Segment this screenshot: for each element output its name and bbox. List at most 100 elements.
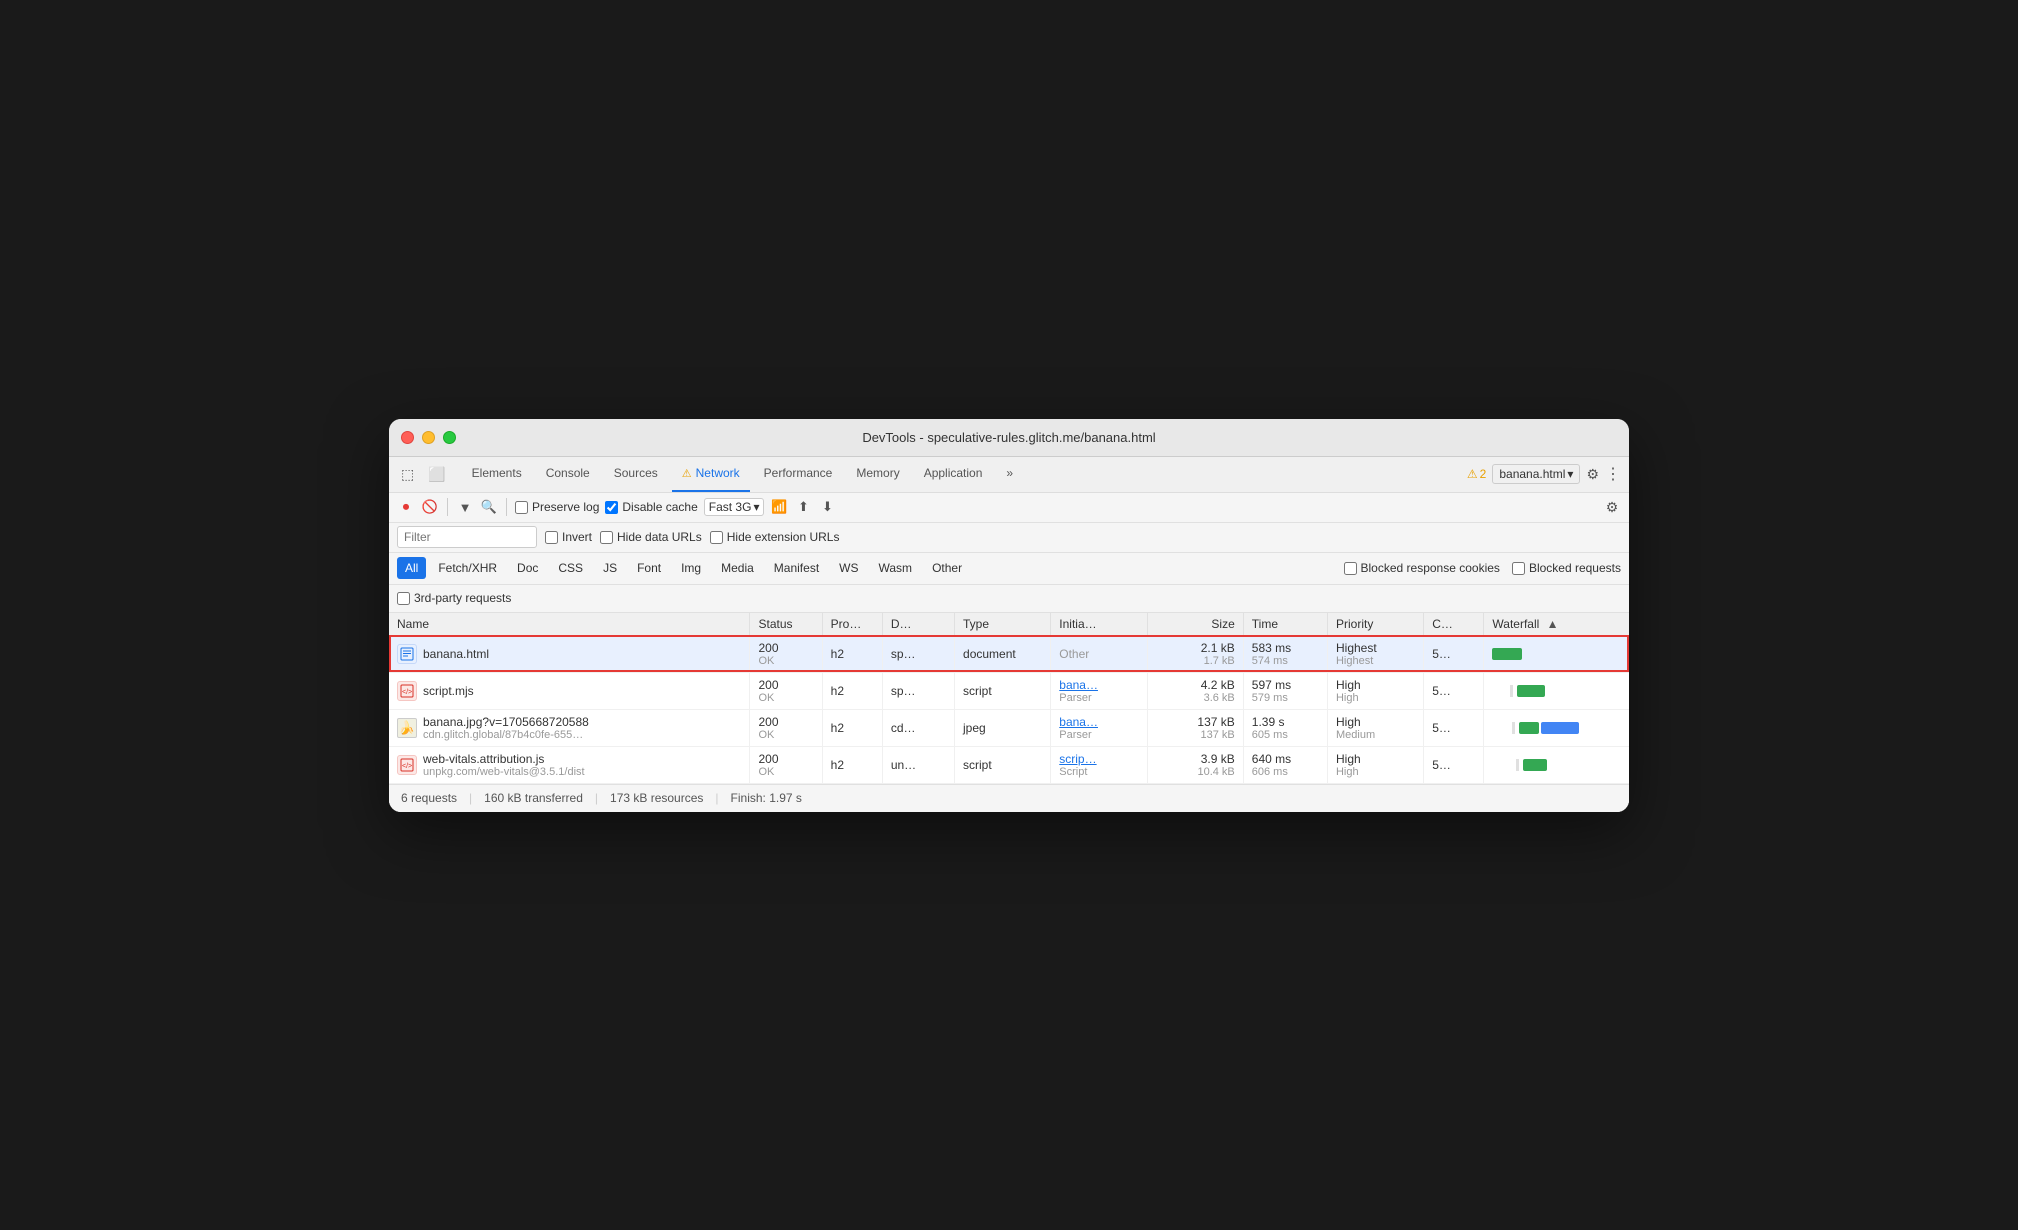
tab-more[interactable]: » (996, 456, 1023, 492)
type-filter-font[interactable]: Font (629, 557, 669, 579)
waterfall-green-bar (1492, 648, 1522, 660)
status-text: OK (758, 655, 813, 667)
col-header-connection[interactable]: C… (1424, 613, 1484, 636)
filter-button[interactable]: ▼ (456, 498, 474, 516)
thirdparty-checkbox[interactable] (397, 592, 410, 605)
device-toolbar-icon[interactable]: ⬜ (424, 464, 449, 485)
type-filter-doc[interactable]: Doc (509, 557, 546, 579)
minimize-button[interactable] (422, 431, 435, 444)
type-filter-manifest[interactable]: Manifest (766, 557, 827, 579)
invert-checkbox[interactable] (545, 531, 558, 544)
status-text: OK (758, 766, 813, 778)
table-row[interactable]: </> script.mjs 200 OK (389, 672, 1629, 709)
type-filter-js[interactable]: JS (595, 557, 625, 579)
warning-icon: ⚠ (1467, 467, 1478, 481)
row-size-cell: 2.1 kB 1.7 kB (1147, 635, 1243, 672)
tab-application[interactable]: Application (914, 456, 993, 492)
hide-extension-urls-checkbox[interactable] (710, 531, 723, 544)
traffic-lights (401, 431, 456, 444)
download-icon[interactable]: ⬇ (818, 498, 836, 516)
row-domain-cell: cd… (882, 709, 954, 746)
size-container: 137 kB 137 kB (1156, 715, 1235, 741)
network-settings-icon[interactable]: ⚙ (1603, 498, 1621, 516)
row-time-cell: 583 ms 574 ms (1243, 635, 1327, 672)
initiator-link[interactable]: bana… (1059, 678, 1138, 692)
col-header-time[interactable]: Time (1243, 613, 1327, 636)
col-header-domain[interactable]: D… (882, 613, 954, 636)
type-filter-ws[interactable]: WS (831, 557, 866, 579)
type-filter-img[interactable]: Img (673, 557, 709, 579)
tab-memory[interactable]: Memory (846, 456, 909, 492)
table-header-row: Name Status Pro… D… Type (389, 613, 1629, 636)
type-filter-css[interactable]: CSS (550, 557, 591, 579)
blocked-requests-label[interactable]: Blocked requests (1512, 561, 1621, 575)
initiator-link[interactable]: bana… (1059, 715, 1138, 729)
maximize-button[interactable] (443, 431, 456, 444)
thirdparty-label[interactable]: 3rd-party requests (397, 591, 511, 605)
filter-input[interactable] (397, 526, 537, 548)
inspect-element-icon[interactable]: ⬚ (397, 464, 418, 485)
record-button[interactable]: ⏺ (397, 498, 415, 516)
warning-badge[interactable]: ⚠ 2 (1467, 467, 1486, 481)
time-container: 597 ms 579 ms (1252, 678, 1319, 704)
hide-data-urls-label[interactable]: Hide data URLs (600, 530, 702, 544)
clear-button[interactable]: 🚫 (421, 498, 439, 516)
type-filter-media[interactable]: Media (713, 557, 762, 579)
time-container: 1.39 s 605 ms (1252, 715, 1319, 741)
time-bottom: 579 ms (1252, 692, 1319, 704)
blocked-response-cookies-label[interactable]: Blocked response cookies (1344, 561, 1500, 575)
time-top: 1.39 s (1252, 715, 1319, 729)
settings-icon[interactable]: ⚙ (1586, 466, 1599, 483)
blocked-response-cookies-checkbox[interactable] (1344, 562, 1357, 575)
initiator-link[interactable]: scrip… (1059, 752, 1138, 766)
preserve-log-label[interactable]: Preserve log (515, 500, 599, 514)
search-button[interactable]: 🔍 (480, 498, 498, 516)
row-status-cell: 200 OK (750, 709, 822, 746)
tab-sources[interactable]: Sources (604, 456, 668, 492)
disable-cache-checkbox[interactable] (605, 501, 618, 514)
more-options-icon[interactable]: ⋮ (1605, 464, 1621, 484)
type-filter-all[interactable]: All (397, 557, 426, 579)
table-row[interactable]: </> web-vitals.attribution.js unpkg.com/… (389, 746, 1629, 783)
row-waterfall-cell (1484, 710, 1604, 746)
titlebar: DevTools - speculative-rules.glitch.me/b… (389, 419, 1629, 457)
table-row[interactable]: 🍌 banana.jpg?v=1705668720588 cdn.glitch.… (389, 709, 1629, 746)
col-header-protocol[interactable]: Pro… (822, 613, 882, 636)
type-filter-other[interactable]: Other (924, 557, 970, 579)
tab-elements[interactable]: Elements (462, 456, 532, 492)
disable-cache-label[interactable]: Disable cache (605, 500, 697, 514)
type-filter-wasm[interactable]: Wasm (871, 557, 921, 579)
img-icon: 🍌 (397, 718, 417, 738)
type-filter-fetch-xhr[interactable]: Fetch/XHR (430, 557, 505, 579)
close-button[interactable] (401, 431, 414, 444)
row-initiator-cell: bana… Parser (1051, 709, 1147, 746)
svg-text:</>: </> (402, 689, 412, 696)
tab-performance[interactable]: Performance (754, 456, 843, 492)
window-title: DevTools - speculative-rules.glitch.me/b… (862, 430, 1155, 445)
page-selector-chevron: ▾ (1567, 467, 1573, 481)
col-header-status[interactable]: Status (750, 613, 822, 636)
table-row[interactable]: banana.html 200 OK h2 sp… docum (389, 635, 1629, 672)
initiator-container: bana… Parser (1059, 678, 1138, 704)
wifi-icon[interactable]: 📶 (770, 498, 788, 516)
hide-extension-urls-label[interactable]: Hide extension URLs (710, 530, 840, 544)
tab-console[interactable]: Console (536, 456, 600, 492)
col-header-name[interactable]: Name (389, 613, 750, 636)
col-header-priority[interactable]: Priority (1327, 613, 1423, 636)
hide-data-urls-checkbox[interactable] (600, 531, 613, 544)
network-speed-select[interactable]: Fast 3G ▾ (704, 498, 765, 516)
network-toolbar: ⏺ 🚫 ▼ 🔍 Preserve log Disable cache Fast … (389, 493, 1629, 523)
blocked-requests-checkbox[interactable] (1512, 562, 1525, 575)
priority-bottom: Highest (1336, 655, 1415, 667)
invert-label[interactable]: Invert (545, 530, 592, 544)
preserve-log-checkbox[interactable] (515, 501, 528, 514)
upload-icon[interactable]: ⬆ (794, 498, 812, 516)
row-initiator-cell: bana… Parser (1051, 672, 1147, 709)
col-header-initiator[interactable]: Initia… (1051, 613, 1147, 636)
col-header-waterfall[interactable]: Waterfall ▲ (1484, 613, 1629, 636)
page-selector[interactable]: banana.html ▾ (1492, 464, 1580, 484)
col-header-type[interactable]: Type (955, 613, 1051, 636)
tab-network[interactable]: ⚠ Network (672, 456, 750, 492)
row-connection-cell: 5… (1424, 709, 1484, 746)
col-header-size[interactable]: Size (1147, 613, 1243, 636)
